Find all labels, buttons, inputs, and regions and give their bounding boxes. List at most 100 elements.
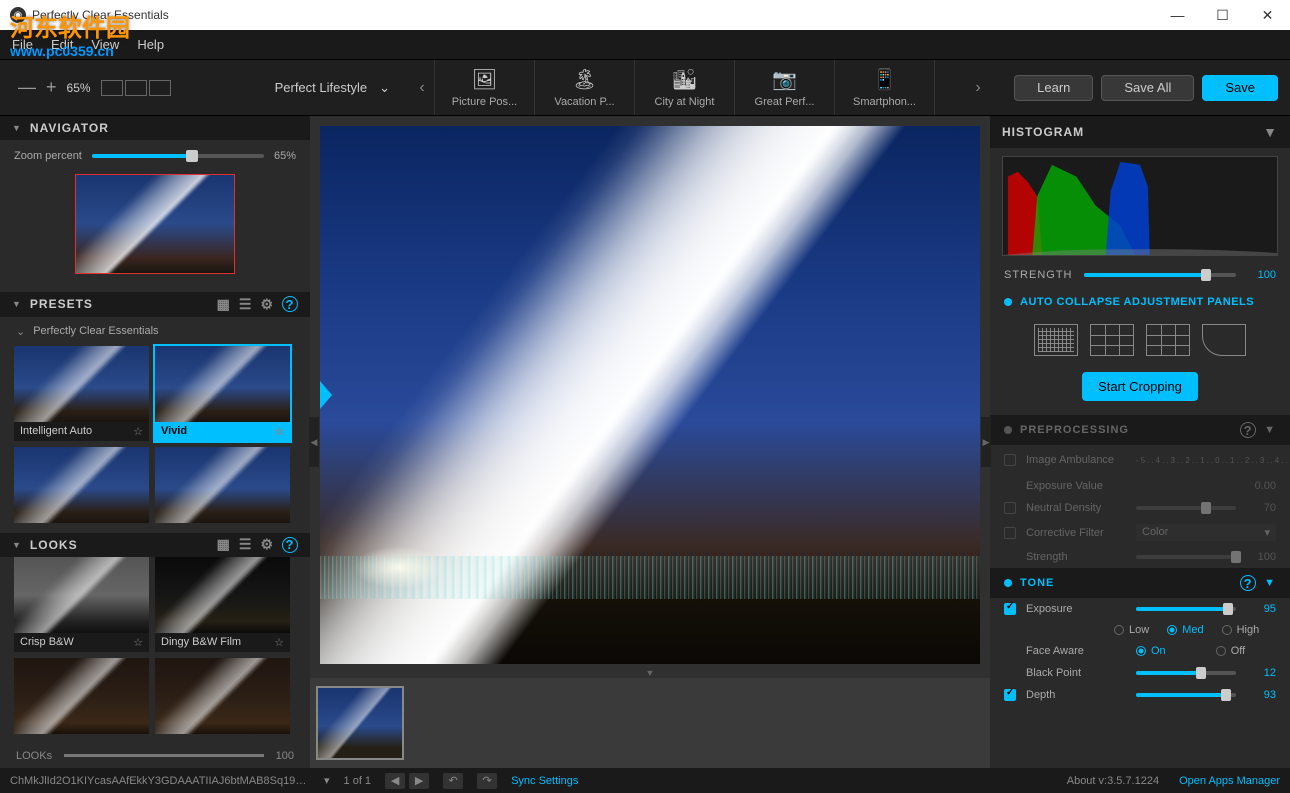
collapse-icon: ▼ xyxy=(12,123,22,133)
strength-label: STRENGTH xyxy=(1004,269,1074,281)
auto-collapse-toggle[interactable]: AUTO COLLAPSE ADJUSTMENT PANELS xyxy=(990,286,1290,318)
looks-header[interactable]: ▼ LOOKS ▦ ☰ ⚙ ? xyxy=(0,533,310,557)
categories-prev[interactable]: ‹ xyxy=(410,79,434,97)
presets-header[interactable]: ▼ PRESETS ▦ ☰ ⚙ ? xyxy=(0,292,310,316)
gear-icon[interactable]: ⚙ xyxy=(260,296,274,313)
preset-dropdown[interactable]: Perfect Lifestyle ⌄ xyxy=(200,80,410,96)
looks-strength-slider[interactable] xyxy=(64,754,264,757)
preprocessing-header[interactable]: PREPROCESSING ?▼ xyxy=(990,415,1290,445)
black-point-slider[interactable] xyxy=(1136,671,1236,675)
maximize-button[interactable]: ☐ xyxy=(1200,0,1245,30)
zoom-in-button[interactable]: + xyxy=(46,77,57,98)
face-aware-off-radio[interactable]: Off xyxy=(1216,645,1245,657)
preset-intelligent-auto[interactable]: Intelligent Auto☆ xyxy=(14,346,149,441)
categories-next[interactable]: › xyxy=(966,79,990,97)
navigator-preview[interactable] xyxy=(75,174,235,274)
help-icon[interactable]: ? xyxy=(282,296,298,312)
histogram-header[interactable]: HISTOGRAM ▼ xyxy=(990,116,1290,148)
help-icon[interactable]: ? xyxy=(1240,575,1256,591)
filmstrip-thumb[interactable] xyxy=(316,686,404,760)
grid-view-icon[interactable]: ▦ xyxy=(217,536,231,553)
start-cropping-button[interactable]: Start Cropping xyxy=(1082,372,1198,401)
minimize-button[interactable]: — xyxy=(1155,0,1200,30)
preset-group[interactable]: Perfectly Clear Essentials xyxy=(0,317,310,346)
grid-view-icon[interactable]: ▦ xyxy=(217,296,231,313)
face-aware-on-radio[interactable]: On xyxy=(1136,645,1166,657)
status-bar: ChMkJlId2O1KIYcasAAfEkkY3GDAAATIIAJ6btMA… xyxy=(0,768,1290,793)
cat-vacation[interactable]: 🏝Vacation P... xyxy=(534,60,634,115)
looks-footer-value: 100 xyxy=(276,750,294,762)
exposure-high-radio[interactable]: High xyxy=(1222,624,1260,636)
cf-checkbox[interactable] xyxy=(1004,527,1016,539)
zoom-slider[interactable] xyxy=(92,154,264,158)
filmstrip-toggle[interactable]: ▼ xyxy=(310,668,990,678)
tone-header[interactable]: TONE ?▼ xyxy=(990,568,1290,598)
star-icon[interactable]: ☆ xyxy=(133,636,143,649)
titlebar: ◉ Perfectly Clear Essentials — ☐ ✕ xyxy=(0,0,1290,30)
strength-slider[interactable] xyxy=(1084,273,1236,277)
preset-vivid[interactable]: Vivid☆ xyxy=(155,346,290,441)
rotate-right-icon[interactable]: ↷ xyxy=(477,773,497,789)
save-all-button[interactable]: Save All xyxy=(1101,75,1194,101)
depth-slider[interactable] xyxy=(1136,693,1236,697)
ambulance-scale: -5..4..3..2..1..0..1..2..3..4..5 xyxy=(1136,450,1290,470)
preset-item[interactable] xyxy=(14,447,149,523)
close-button[interactable]: ✕ xyxy=(1245,0,1290,30)
view-single-icon[interactable] xyxy=(101,80,123,96)
look-dingy-bw[interactable]: Dingy B&W Film☆ xyxy=(155,557,290,652)
cat-smartphone[interactable]: 📱Smartphon... xyxy=(834,60,934,115)
menu-help[interactable]: Help xyxy=(137,37,164,52)
depth-checkbox[interactable] xyxy=(1004,689,1016,701)
collapse-left-tab[interactable]: ◀ xyxy=(309,417,319,467)
list-view-icon[interactable]: ☰ xyxy=(239,536,253,553)
list-view-icon[interactable]: ☰ xyxy=(239,296,253,313)
ambulance-checkbox[interactable] xyxy=(1004,454,1016,466)
exposure-med-radio[interactable]: Med xyxy=(1167,624,1203,636)
menu-view[interactable]: View xyxy=(91,37,119,52)
sync-settings-link[interactable]: Sync Settings xyxy=(511,775,578,787)
preset-item[interactable] xyxy=(155,447,290,523)
cat-great-perf[interactable]: 📷Great Perf... xyxy=(734,60,834,115)
cat-city-night[interactable]: 🏙City at Night xyxy=(634,60,734,115)
next-button[interactable]: ▶ xyxy=(409,773,429,789)
navigator-header[interactable]: ▼ NAVIGATOR xyxy=(0,116,310,140)
zoom-out-button[interactable]: — xyxy=(18,77,36,98)
nd-checkbox[interactable] xyxy=(1004,502,1016,514)
star-icon[interactable]: ☆ xyxy=(274,425,284,438)
menu-edit[interactable]: Edit xyxy=(51,37,73,52)
prev-button[interactable]: ◀ xyxy=(385,773,405,789)
exposure-low-radio[interactable]: Low xyxy=(1114,624,1149,636)
cat-sport[interactable]: ⚽Sport... xyxy=(934,60,966,115)
crop-grid-option[interactable] xyxy=(1034,324,1078,356)
star-icon[interactable]: ☆ xyxy=(274,636,284,649)
help-icon[interactable]: ? xyxy=(1240,422,1256,438)
cf-dropdown[interactable]: Color▾ xyxy=(1136,524,1276,541)
rotate-left-icon[interactable]: ↶ xyxy=(443,773,463,789)
exposure-checkbox[interactable] xyxy=(1004,603,1016,615)
learn-button[interactable]: Learn xyxy=(1014,75,1093,101)
gear-icon[interactable]: ⚙ xyxy=(260,536,274,553)
menu-file[interactable]: File xyxy=(12,37,33,52)
view-split-icon[interactable] xyxy=(125,80,147,96)
help-icon[interactable]: ? xyxy=(282,537,298,553)
cat-picture-postcard[interactable]: 🖼Picture Pos... xyxy=(434,60,534,115)
black-point-value: 12 xyxy=(1246,667,1276,679)
cf-label: Corrective Filter xyxy=(1026,527,1126,539)
crop-quarters-option[interactable] xyxy=(1146,324,1190,356)
open-apps-manager-link[interactable]: Open Apps Manager xyxy=(1179,775,1280,787)
look-item[interactable] xyxy=(14,658,149,734)
look-crisp-bw[interactable]: Crisp B&W☆ xyxy=(14,557,149,652)
image-viewport[interactable] xyxy=(320,126,980,664)
save-button[interactable]: Save xyxy=(1202,75,1278,101)
view-side-icon[interactable] xyxy=(149,80,171,96)
star-icon[interactable]: ☆ xyxy=(133,425,143,438)
nd-slider[interactable] xyxy=(1136,506,1236,510)
look-item[interactable] xyxy=(155,658,290,734)
category-strip: 🖼Picture Pos... 🏝Vacation P... 🏙City at … xyxy=(434,60,966,115)
crop-golden-option[interactable] xyxy=(1202,324,1246,356)
exposure-slider[interactable] xyxy=(1136,607,1236,611)
chevron-down-icon: ⌄ xyxy=(379,80,390,96)
pre-strength-slider[interactable] xyxy=(1136,555,1236,559)
status-filename: ChMkJlId2O1KIYcasAAfEkkY3GDAAATIIAJ6btMA… xyxy=(10,775,310,787)
crop-thirds-option[interactable] xyxy=(1090,324,1134,356)
